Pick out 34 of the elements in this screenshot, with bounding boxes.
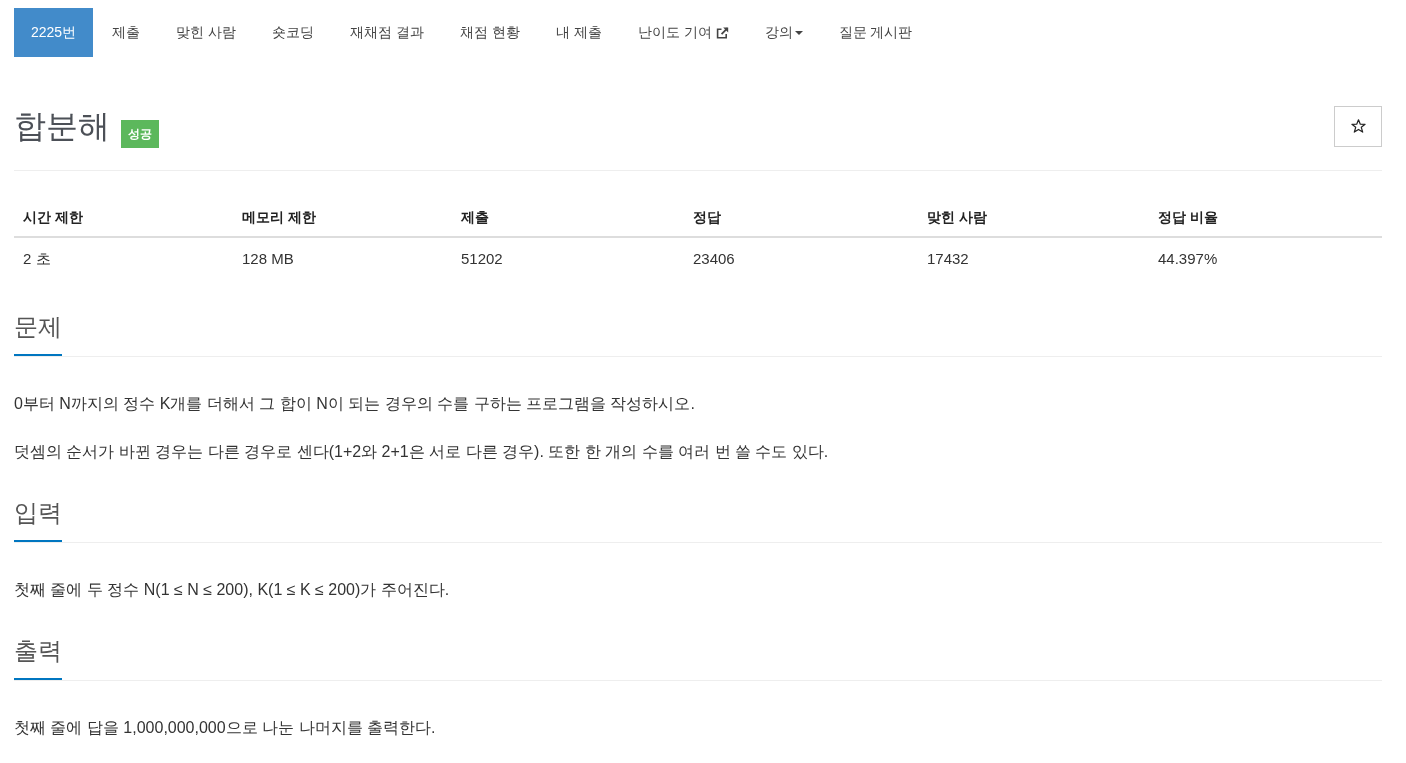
column-header: 정답 비율 (1157, 208, 1219, 227)
paragraph: 첫째 줄에 답을 1,000,000,000으로 나눈 나머지를 출력한다. (14, 718, 437, 738)
nav-tab[interactable]: 강의 (747, 8, 820, 57)
table-cell-text: 17432 (926, 249, 970, 269)
nav-tab[interactable]: 숏코딩 (255, 8, 332, 57)
nav-tab[interactable]: 제출 (95, 8, 158, 57)
nav-tab[interactable]: 재채점 결과 (333, 8, 441, 57)
column-header: 제출 (460, 208, 490, 227)
caret-icon (794, 30, 803, 35)
column-header: 메모리 제한 (241, 208, 317, 227)
status-badge: 성공 (121, 120, 159, 148)
table-cell-text: 2 초 (22, 249, 52, 269)
section-heading: 문제 (14, 314, 62, 356)
table-cell-text: 23406 (692, 249, 736, 269)
paragraph: 0부터 N까지의 정수 K개를 더해서 그 합이 N이 되는 경우의 수를 구하는 프로그램을 작성하시오. (14, 394, 696, 414)
section-heading: 입력 (14, 500, 62, 542)
table-cell-text: 128 MB (241, 249, 295, 269)
table-cell-text: 44.397% (1157, 249, 1219, 269)
star-button[interactable] (1334, 105, 1382, 147)
column-header: 시간 제한 (22, 208, 84, 227)
section-heading: 출력 (14, 638, 62, 680)
nav-tab[interactable]: 내 제출 (538, 8, 619, 57)
problem-title: 합분해 (14, 107, 110, 146)
nav-tab[interactable]: 2225번 (14, 8, 94, 57)
column-header: 맞힌 사람 (926, 208, 988, 227)
nav-tab[interactable]: 난이도 기여 (620, 8, 746, 57)
paragraph: 덧셈의 순서가 바뀐 경우는 다른 경우로 센다(1+2와 2+1은 서로 다른 경우). 또한 한 개의 수를 여러 번 쓸 수도 있다. (14, 442, 830, 462)
paragraph: 첫째 줄에 두 정수 N(1 ≤ N ≤ 200), K(1 ≤ K ≤ 200)가 주어진다. (14, 580, 451, 600)
table-cell-text: 51202 (460, 249, 504, 269)
external-link-icon (715, 26, 729, 39)
nav-tab[interactable]: 맞힌 사람 (159, 8, 254, 57)
nav-tab[interactable]: 채점 현황 (442, 8, 537, 57)
nav-tab[interactable]: 질문 게시판 (821, 8, 930, 57)
column-header: 정답 (692, 208, 722, 227)
